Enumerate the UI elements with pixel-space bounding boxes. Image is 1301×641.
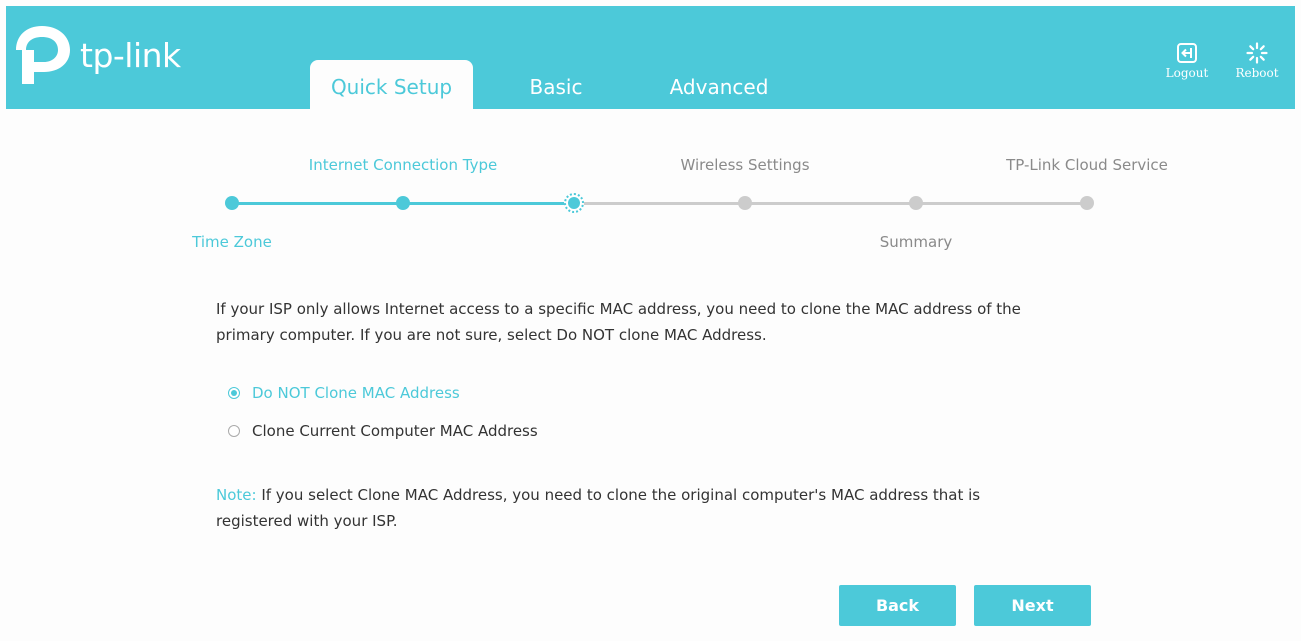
brand-name: tp-link <box>80 36 181 75</box>
intro-line-2: primary computer. If you are not sure, s… <box>216 326 767 344</box>
intro-line-1: If your ISP only allows Internet access … <box>216 300 1021 318</box>
step-label-wireless-settings: Wireless Settings <box>680 156 810 174</box>
radio-clone-current[interactable] <box>228 425 240 437</box>
note-key: Note: <box>216 486 257 504</box>
intro-text: If your ISP only allows Internet access … <box>216 296 1086 348</box>
reboot-icon <box>1246 42 1268 64</box>
step-dot-tp-link-cloud-service <box>1080 196 1094 210</box>
step-dot-current-inner <box>568 197 580 209</box>
option-do-not-clone[interactable]: Do NOT Clone MAC Address <box>228 382 460 404</box>
step-dot-time-zone <box>225 196 239 210</box>
step-dot-wireless-settings <box>738 196 752 210</box>
logout-button[interactable]: Logout <box>1163 42 1211 80</box>
note-text: Note: If you select Clone MAC Address, y… <box>216 482 1086 534</box>
tab-advanced[interactable]: Advanced <box>654 60 784 115</box>
progress-line-pending <box>574 202 1087 205</box>
next-button[interactable]: Next <box>974 585 1091 626</box>
tp-link-logo[interactable]: tp-link <box>12 24 192 84</box>
logout-icon <box>1177 43 1197 63</box>
reboot-label: Reboot <box>1235 66 1279 80</box>
note-line-2: registered with your ISP. <box>216 512 398 530</box>
reboot-button[interactable]: Reboot <box>1233 42 1281 80</box>
note-line-1: Note: If you select Clone MAC Address, y… <box>216 482 1086 508</box>
step-label-tp-link-cloud-service: TP-Link Cloud Service <box>1006 156 1168 174</box>
back-button[interactable]: Back <box>839 585 956 626</box>
step-dot-current <box>564 193 584 213</box>
step-label-internet-connection-type: Internet Connection Type <box>308 156 498 174</box>
tp-link-logo-icon <box>16 26 70 84</box>
tab-quick-setup[interactable]: Quick Setup <box>310 60 473 115</box>
option-clone-current[interactable]: Clone Current Computer MAC Address <box>228 420 538 442</box>
radio-do-not-clone[interactable] <box>228 387 240 399</box>
step-dot-internet-connection-type <box>396 196 410 210</box>
top-header: tp-link Quick Setup Basic Advanced Logou… <box>6 6 1295 115</box>
option-label-do-not-clone: Do NOT Clone MAC Address <box>252 384 460 402</box>
tab-basic[interactable]: Basic <box>516 60 596 115</box>
note-body: If you select Clone MAC Address, you nee… <box>256 486 981 504</box>
step-dot-summary <box>909 196 923 210</box>
option-label-clone-current: Clone Current Computer MAC Address <box>252 422 538 440</box>
logout-label: Logout <box>1165 66 1209 80</box>
step-label-summary: Summary <box>879 233 953 251</box>
step-label-time-zone: Time Zone <box>192 233 272 251</box>
